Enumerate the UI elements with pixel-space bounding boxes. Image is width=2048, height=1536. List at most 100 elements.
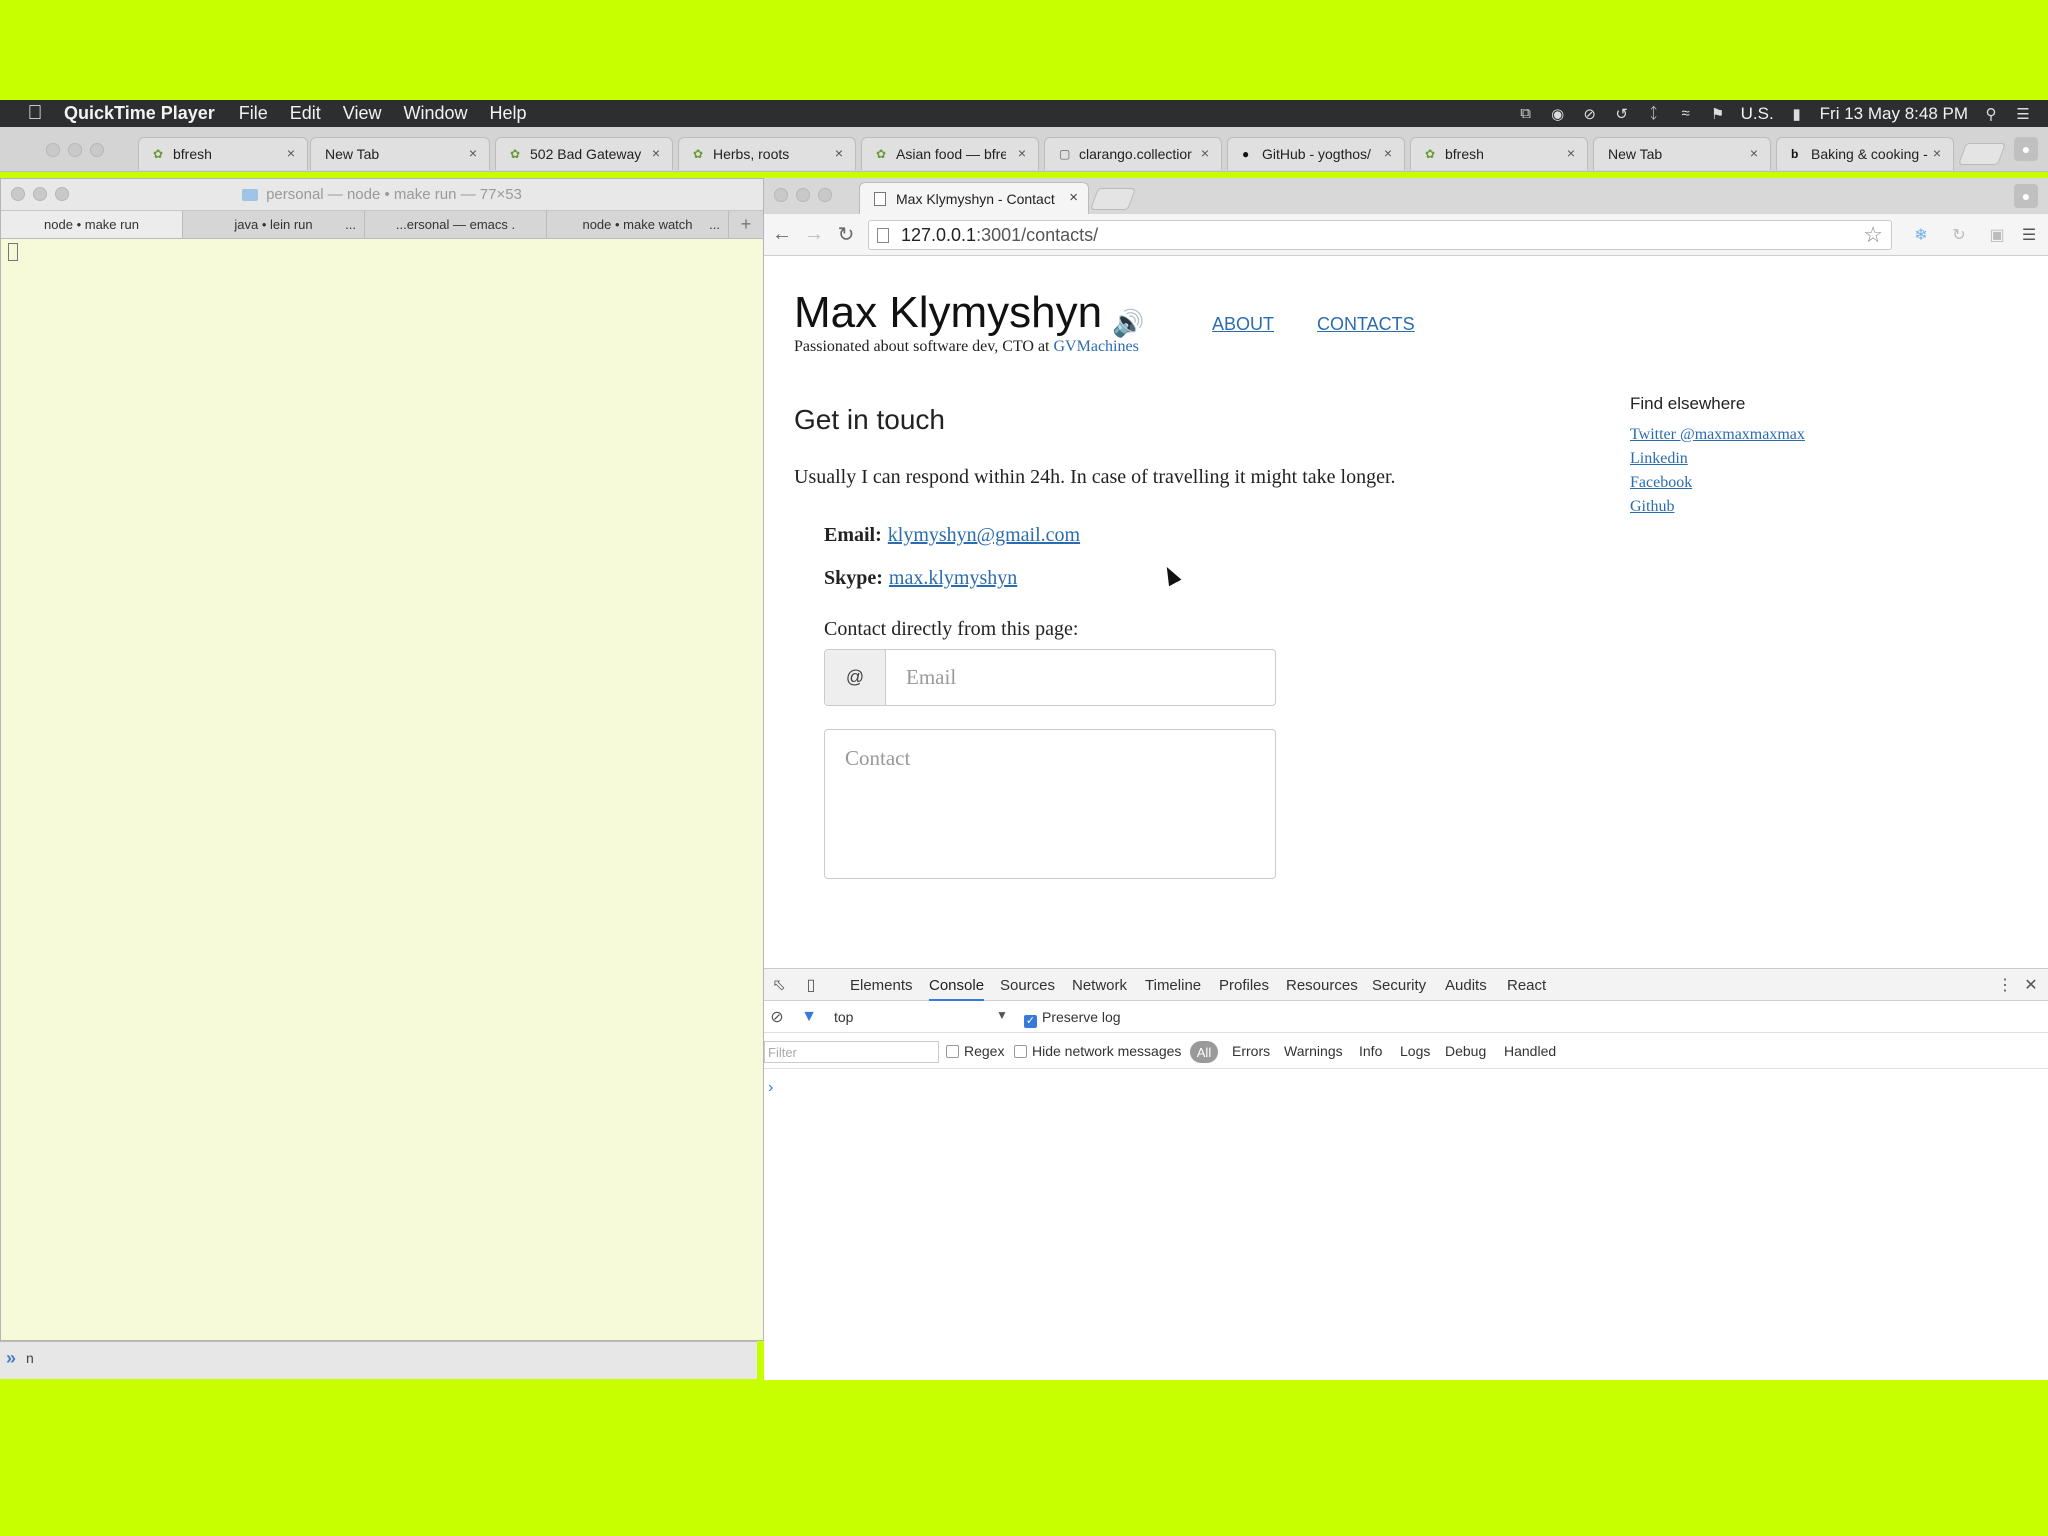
email-link[interactable]: klymyshyn@gmail.com: [888, 524, 1080, 546]
level-all[interactable]: All: [1190, 1041, 1218, 1063]
snowflake-extension-icon[interactable]: ❄: [1910, 224, 1932, 246]
context-dropdown-icon[interactable]: ▼: [996, 1008, 1008, 1022]
record-icon[interactable]: ◉: [1549, 105, 1567, 123]
nav-about[interactable]: ABOUT: [1212, 314, 1274, 335]
profile-icon[interactable]: ●: [2014, 184, 2038, 208]
minimize-window-button[interactable]: [33, 187, 47, 201]
time-machine-icon[interactable]: ↺: [1613, 105, 1631, 123]
browser-tab[interactable]: New Tab ×: [1593, 137, 1771, 170]
menu-window[interactable]: Window: [404, 103, 468, 124]
facebook-link[interactable]: Facebook: [1630, 474, 1692, 492]
more-options-icon[interactable]: ⋮: [1994, 974, 2016, 996]
close-tab-icon[interactable]: ×: [1384, 145, 1392, 161]
menu-file[interactable]: File: [239, 103, 268, 124]
forward-arrow-icon[interactable]: →: [802, 222, 826, 246]
close-tab-icon[interactable]: ×: [287, 145, 295, 161]
apple-icon[interactable]: : [24, 102, 46, 125]
linkedin-link[interactable]: Linkedin: [1630, 450, 1688, 468]
tab-audits[interactable]: Audits: [1445, 977, 1487, 994]
do-not-disturb-icon[interactable]: ⊘: [1581, 105, 1599, 123]
notification-center-icon[interactable]: ☰: [2014, 105, 2032, 123]
browser-tab[interactable]: ✿Herbs, roots & spi×: [678, 137, 856, 170]
tab-react[interactable]: React: [1507, 977, 1546, 994]
browser-tab[interactable]: ✿ bfresh ×: [1410, 137, 1588, 170]
twitter-link[interactable]: Twitter @maxmaxmaxmax: [1630, 426, 1805, 444]
tab-resources[interactable]: Resources: [1286, 977, 1358, 994]
email-input[interactable]: [886, 650, 1275, 705]
profile-icon[interactable]: ●: [2014, 137, 2038, 161]
reload-icon[interactable]: ↻: [834, 222, 858, 246]
browser-tab[interactable]: ● GitHub - yogthos/×: [1227, 137, 1405, 170]
zoom-window-button[interactable]: [55, 187, 69, 201]
nav-contacts[interactable]: CONTACTS: [1317, 314, 1415, 335]
level-logs[interactable]: Logs: [1400, 1043, 1430, 1059]
address-bar[interactable]: 127.0.0.1:3001/contacts/ ☆: [868, 220, 1892, 250]
menu-help[interactable]: Help: [490, 103, 527, 124]
device-mode-icon[interactable]: ▯: [800, 974, 822, 996]
active-browser-tab[interactable]: Max Klymyshyn - Contact ×: [859, 182, 1089, 214]
terminal-tab[interactable]: java • lein run...: [183, 211, 365, 238]
browser-tab[interactable]: b Baking & cooking - ×: [1776, 137, 1954, 170]
console-filter-input[interactable]: [764, 1041, 939, 1063]
tab-security[interactable]: Security: [1372, 977, 1426, 994]
spotlight-search-icon[interactable]: ⚲: [1982, 105, 2000, 123]
close-tab-icon[interactable]: ×: [1069, 189, 1078, 206]
tab-network[interactable]: Network: [1072, 977, 1127, 994]
level-debug[interactable]: Debug: [1445, 1043, 1486, 1059]
contact-textarea[interactable]: [824, 729, 1276, 879]
close-tab-icon[interactable]: ×: [835, 145, 843, 161]
bookmark-star-icon[interactable]: ☆: [1863, 222, 1883, 248]
browser-tab[interactable]: ✿ Asian food — bfres ×: [861, 137, 1039, 170]
browser-tab[interactable]: ✿ bfresh ×: [138, 137, 308, 170]
bluetooth-icon[interactable]: ᛨ: [1645, 105, 1663, 123]
close-devtools-icon[interactable]: ✕: [2020, 974, 2042, 996]
tab-timeline[interactable]: Timeline: [1145, 977, 1201, 994]
screens-icon[interactable]: ⧉: [1517, 105, 1535, 123]
browser-tab[interactable]: New Tab ×: [310, 137, 490, 170]
level-warnings[interactable]: Warnings: [1284, 1043, 1343, 1059]
clear-console-icon[interactable]: ⊘: [766, 1006, 788, 1028]
close-tab-icon[interactable]: ×: [652, 145, 660, 161]
gvmachines-link[interactable]: GVMachines: [1054, 338, 1139, 355]
new-tab-button[interactable]: [1089, 188, 1137, 210]
input-source[interactable]: U.S.: [1741, 104, 1774, 124]
close-tab-icon[interactable]: ×: [1750, 145, 1758, 161]
level-handled[interactable]: Handled: [1504, 1043, 1556, 1059]
back-arrow-icon[interactable]: ←: [770, 222, 794, 246]
app-name-menu[interactable]: QuickTime Player: [64, 103, 215, 124]
inspect-element-icon[interactable]: ⬁: [768, 974, 790, 996]
speaker-icon[interactable]: 🔊: [1112, 308, 1144, 339]
menu-icon[interactable]: ☰: [2018, 224, 2040, 246]
terminal-tab[interactable]: node • make watch...: [547, 211, 729, 238]
close-window-button[interactable]: [774, 188, 788, 202]
menu-edit[interactable]: Edit: [290, 103, 321, 124]
browser-tab[interactable]: ✿ 502 Bad Gateway ×: [495, 137, 673, 170]
tab-profiles[interactable]: Profiles: [1219, 977, 1269, 994]
console-prompt[interactable]: ›: [768, 1079, 773, 1097]
extension-icon[interactable]: ▣: [1986, 224, 2008, 246]
battery-icon[interactable]: ▮: [1788, 105, 1806, 123]
skype-link[interactable]: max.klymyshyn: [889, 567, 1017, 589]
menu-view[interactable]: View: [343, 103, 382, 124]
tab-sources[interactable]: Sources: [1000, 977, 1055, 994]
close-window-button[interactable]: [46, 143, 60, 157]
clock[interactable]: Fri 13 May 8:48 PM: [1820, 104, 1968, 124]
context-selector[interactable]: top: [834, 1009, 853, 1025]
hide-network-checkbox[interactable]: Hide network messages: [1014, 1043, 1181, 1059]
level-errors[interactable]: Errors: [1232, 1043, 1270, 1059]
filter-funnel-icon[interactable]: ▼: [798, 1006, 820, 1028]
tab-console[interactable]: Console: [929, 977, 985, 1001]
github-link[interactable]: Github: [1630, 498, 1674, 516]
browser-tab[interactable]: ▢ clarango.collectior ×: [1044, 137, 1222, 170]
close-tab-icon[interactable]: ×: [1201, 145, 1209, 161]
close-tab-icon[interactable]: ×: [1018, 145, 1026, 161]
close-window-button[interactable]: [11, 187, 25, 201]
regex-checkbox[interactable]: Regex: [946, 1043, 1004, 1059]
zoom-window-button[interactable]: [818, 188, 832, 202]
tab-elements[interactable]: Elements: [850, 977, 913, 994]
wifi-icon[interactable]: ≈: [1677, 105, 1695, 123]
close-tab-icon[interactable]: ×: [469, 145, 477, 161]
close-tab-icon[interactable]: ×: [1933, 145, 1941, 161]
sync-extension-icon[interactable]: ↻: [1948, 224, 1970, 246]
close-tab-icon[interactable]: ×: [1567, 145, 1575, 161]
